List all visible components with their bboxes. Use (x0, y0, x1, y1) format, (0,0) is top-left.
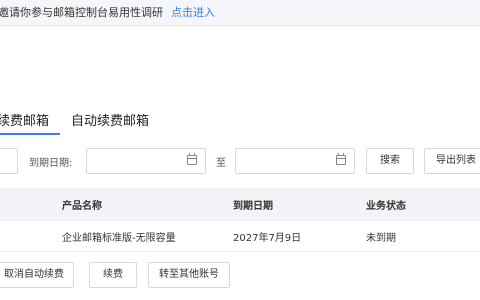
calendar-icon (187, 153, 197, 165)
expire-date-label: 到期日期: (29, 158, 73, 169)
end-date-input[interactable] (235, 148, 355, 174)
start-date-input[interactable] (86, 148, 206, 174)
table-row[interactable]: 企业邮箱标准版-无限容量 2027年7月9日 未到期 (0, 221, 480, 252)
cancel-auto-renew-button[interactable]: 取消自动续费 (0, 262, 74, 288)
column-header-status: 业务状态 (366, 201, 406, 212)
survey-notice-bar: 邀请你参与邮箱控制台易用性调研 点击进入 (0, 0, 480, 26)
search-button[interactable]: 搜索 (366, 148, 414, 174)
survey-link[interactable]: 点击进入 (171, 6, 215, 19)
survey-notice-text: 邀请你参与邮箱控制台易用性调研 (0, 6, 163, 19)
date-range-separator: 至 (216, 158, 226, 169)
expire-date-cell: 2027年7月9日 (233, 233, 302, 244)
column-header-product: 产品名称 (62, 201, 102, 212)
active-tab-indicator (0, 133, 60, 135)
tab-bar: 续费邮箱 自动续费邮箱 (0, 106, 480, 135)
renew-button[interactable]: 续费 (89, 262, 137, 288)
column-header-expire-date: 到期日期 (233, 201, 273, 212)
tab-renew-mailbox[interactable]: 续费邮箱 (0, 110, 49, 129)
product-name-cell: 企业邮箱标准版-无限容量 (62, 233, 176, 244)
export-list-button[interactable]: 导出列表 (424, 148, 480, 174)
transfer-account-button[interactable]: 转至其他账号 (148, 262, 230, 288)
table-header: 产品名称 到期日期 业务状态 (0, 188, 480, 221)
keyword-input[interactable] (0, 148, 18, 174)
status-cell: 未到期 (366, 233, 396, 244)
calendar-icon (336, 153, 346, 165)
tab-auto-renew-mailbox[interactable]: 自动续费邮箱 (71, 110, 149, 129)
